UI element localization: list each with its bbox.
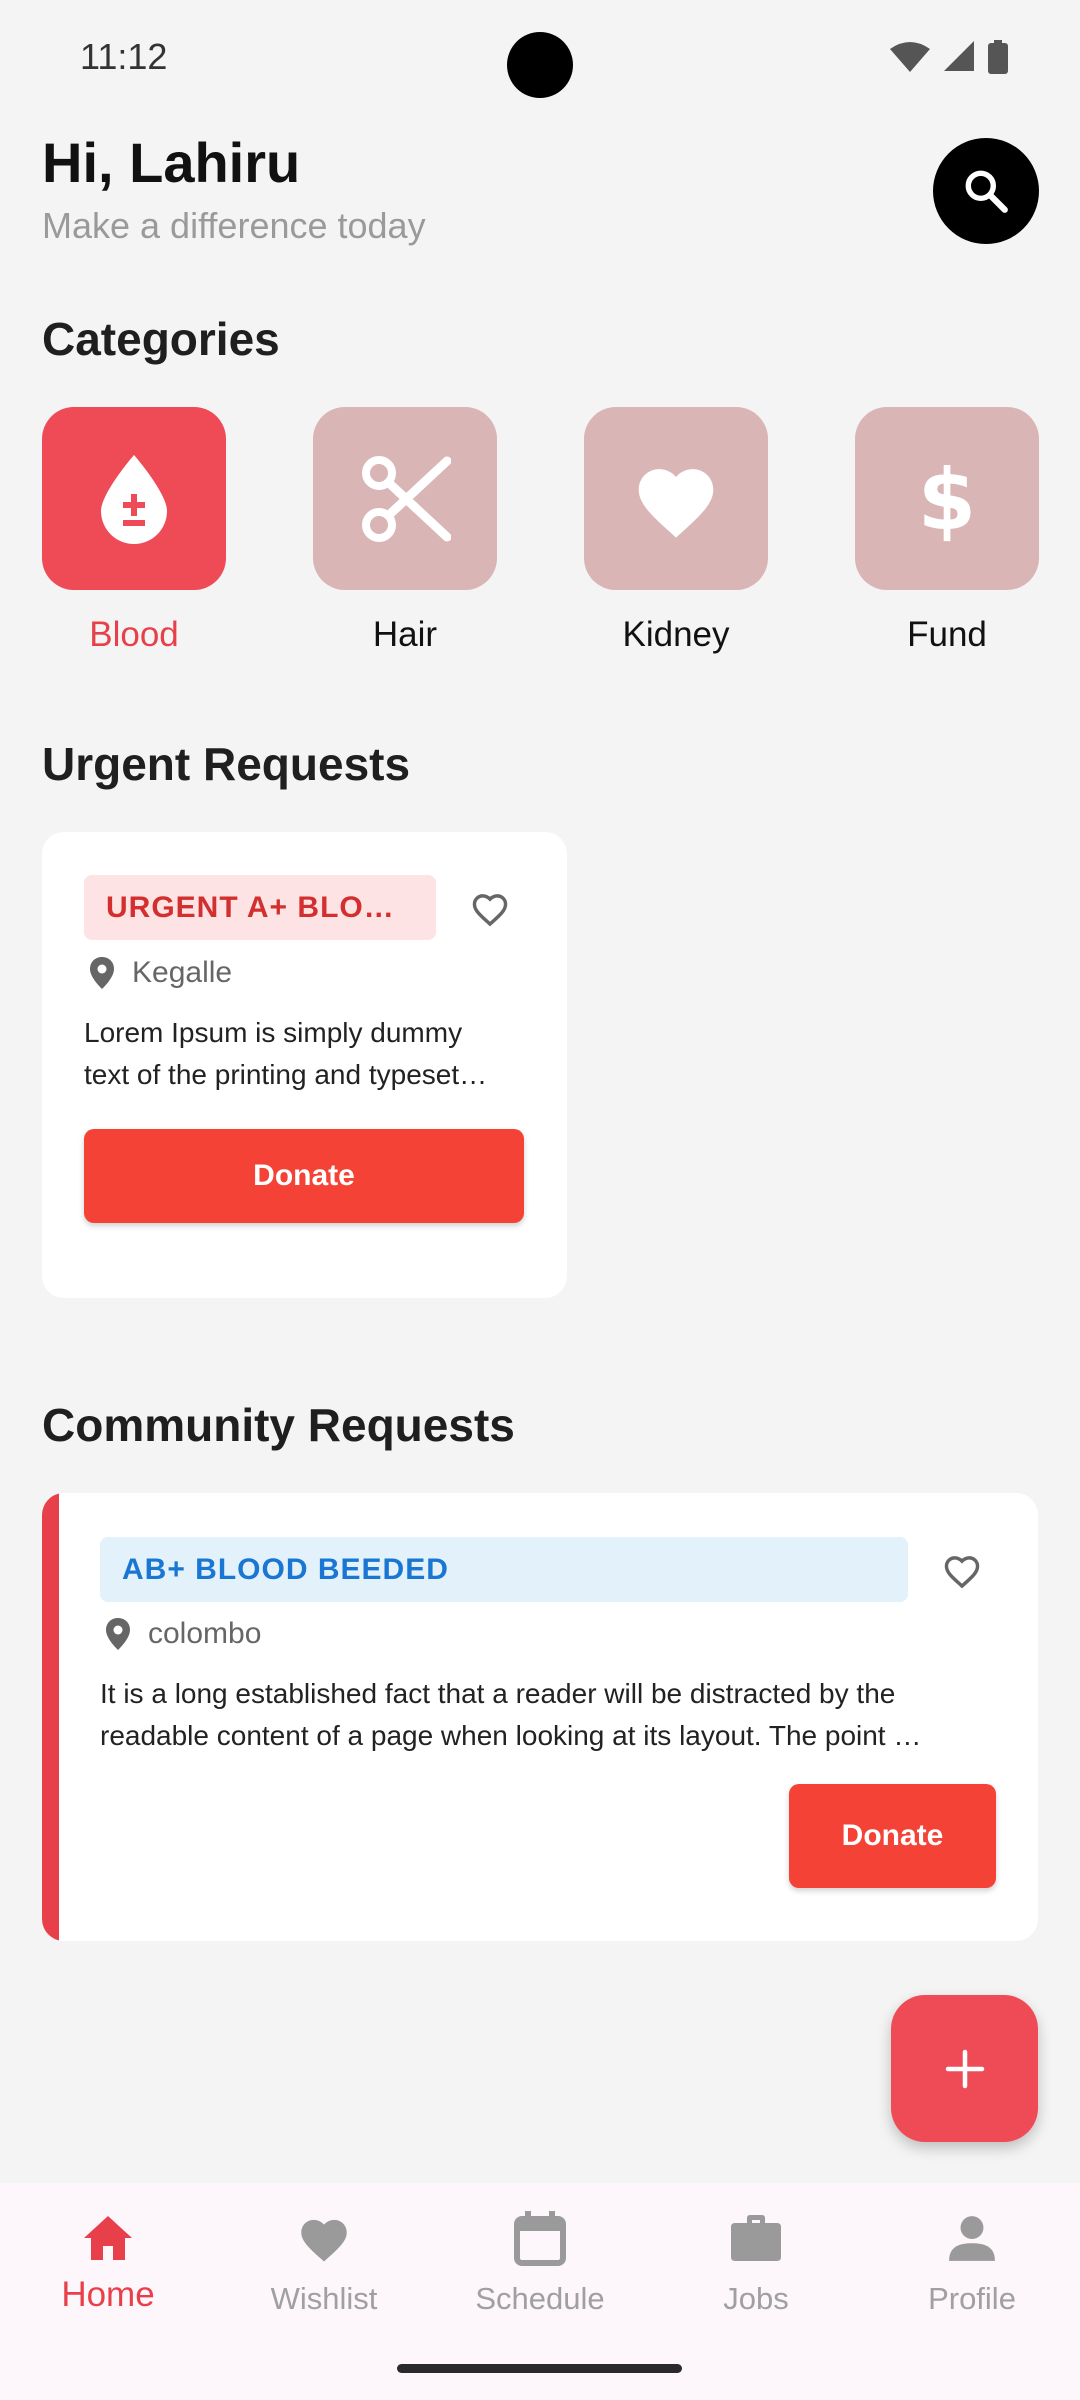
category-tile[interactable]	[584, 407, 768, 590]
nav-label: Wishlist	[270, 2281, 378, 2316]
category-label: Blood	[89, 615, 179, 654]
greeting-subtitle: Make a difference today	[42, 205, 426, 246]
front-camera	[507, 32, 573, 98]
nav-label: Schedule	[475, 2281, 605, 2316]
status-icons	[890, 40, 1008, 74]
category-kidney[interactable]: Kidney	[584, 407, 768, 655]
community-requests-title: Community Requests	[42, 1399, 515, 1451]
calendar-icon	[514, 2211, 566, 2266]
dollar-icon: $	[918, 453, 976, 545]
search-icon	[965, 170, 1008, 213]
category-fund[interactable]: $ Fund	[855, 407, 1039, 655]
location-text: colombo	[148, 1617, 262, 1650]
nav-label: Profile	[928, 2281, 1016, 2316]
home-icon	[84, 2216, 132, 2260]
heart-outline-icon	[472, 894, 508, 927]
community-request-card[interactable]: AB+ BLOOD BEEDED colombo It is a long es…	[42, 1493, 1038, 1941]
description-line: It is a long established fact that a rea…	[100, 1678, 896, 1709]
search-button[interactable]	[933, 138, 1039, 244]
nav-label: Jobs	[723, 2281, 789, 2316]
urgent-requests-title: Urgent Requests	[42, 738, 411, 790]
blood-drop-icon	[101, 454, 167, 544]
nav-item-schedule[interactable]: Schedule	[432, 2203, 648, 2317]
category-tile[interactable]: $	[855, 407, 1039, 590]
location-pin-icon	[106, 1618, 130, 1650]
add-request-button[interactable]	[891, 1995, 1038, 2142]
home-indicator[interactable]	[397, 2364, 682, 2373]
heart-icon	[301, 2219, 347, 2262]
donate-button[interactable]: Donate	[789, 1784, 996, 1888]
description-line: text of the printing and typeset…	[84, 1059, 488, 1090]
svg-text:$: $	[918, 453, 976, 545]
card-accent-bar	[42, 1493, 59, 1941]
description-line: readable content of a page when looking …	[100, 1720, 922, 1751]
location-row: Kegalle	[90, 956, 232, 990]
category-label: Fund	[907, 615, 987, 654]
heart-icon	[638, 468, 714, 538]
briefcase-icon	[731, 2215, 781, 2261]
donate-button[interactable]: Donate	[84, 1129, 524, 1223]
description-line: Lorem Ipsum is simply dummy	[84, 1017, 463, 1048]
category-label: Hair	[372, 615, 438, 654]
request-description: Lorem Ipsum is simply dummy text of the …	[84, 1012, 524, 1096]
wishlist-button[interactable]	[466, 884, 514, 932]
person-icon	[949, 2216, 995, 2261]
nav-item-jobs[interactable]: Jobs	[648, 2203, 864, 2317]
wifi-icon	[890, 42, 930, 72]
category-tile[interactable]	[313, 407, 497, 590]
greeting-title: Hi, Lahiru	[42, 131, 301, 194]
battery-icon	[988, 40, 1008, 74]
request-tag: URGENT A+ BLOOD…	[84, 875, 436, 940]
signal-icon	[944, 41, 974, 71]
status-time: 11:12	[80, 36, 168, 77]
nav-item-home[interactable]: Home	[0, 2203, 216, 2315]
category-hair[interactable]: Hair	[313, 407, 497, 655]
category-label: Kidney	[622, 615, 730, 654]
categories-title: Categories	[42, 313, 280, 365]
scissors-icon	[362, 455, 451, 542]
wishlist-button[interactable]	[938, 1546, 986, 1594]
location-pin-icon	[90, 957, 114, 989]
urgent-request-card[interactable]: URGENT A+ BLOOD… Kegalle Lorem Ipsum is …	[42, 832, 567, 1298]
nav-label: Home	[61, 2275, 155, 2314]
nav-item-profile[interactable]: Profile	[864, 2203, 1080, 2317]
request-description: It is a long established fact that a rea…	[100, 1673, 1000, 1757]
category-tile[interactable]	[42, 407, 226, 590]
heart-outline-icon	[944, 1556, 980, 1589]
location-text: Kegalle	[132, 956, 233, 989]
plus-icon	[945, 2049, 984, 2088]
category-blood[interactable]: Blood	[42, 407, 226, 655]
request-tag: AB+ BLOOD BEEDED	[100, 1537, 908, 1602]
location-row: colombo	[106, 1617, 261, 1651]
status-bar: 11:12	[0, 0, 1080, 118]
nav-item-wishlist[interactable]: Wishlist	[216, 2203, 432, 2317]
